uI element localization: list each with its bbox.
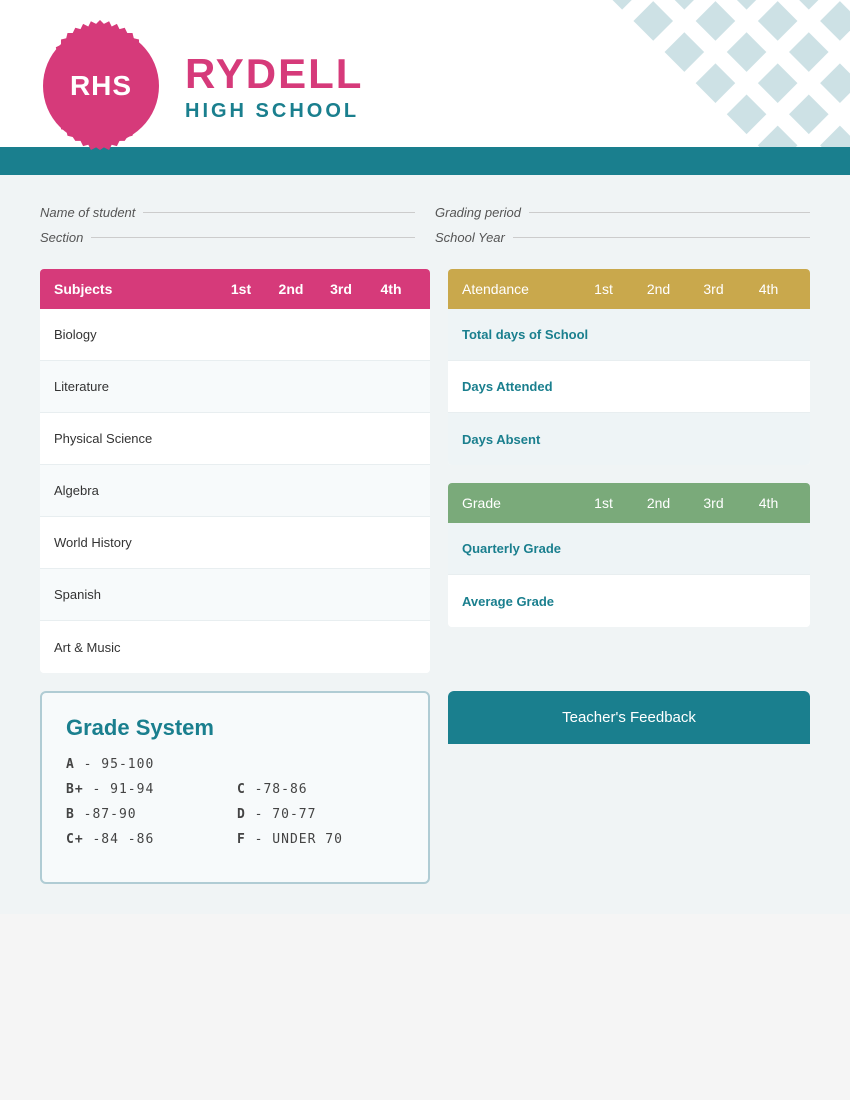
grade-col-1: 1st [576, 495, 631, 511]
subjects-col-1: 1st [216, 281, 266, 297]
grading-period-line [529, 212, 810, 213]
subjects-col-subject: Subjects [54, 281, 216, 297]
content-area: Name of student Grading period Section S… [0, 175, 850, 914]
section-label: Section [40, 230, 83, 245]
grade-item-cplus-f: C+ -84 -86 F - UNDER 70 [66, 832, 404, 857]
feedback-header: Teacher's Feedback [448, 691, 810, 744]
diamond-pattern [530, 0, 850, 155]
student-info-section: Name of student Grading period Section S… [40, 195, 810, 245]
feedback-box: Teacher's Feedback [448, 691, 810, 884]
section-field: Section [40, 230, 415, 245]
attendance-header: Atendance 1st 2nd 3rd 4th [448, 269, 810, 309]
grade-system-box: Grade System A - 95-100 B+ - 91-94 C -78… [40, 691, 430, 884]
feedback-body [448, 744, 810, 884]
grade-item-bplus-c: B+ - 91-94 C -78-86 [66, 782, 404, 807]
right-section: Atendance 1st 2nd 3rd 4th Total days of … [448, 269, 810, 673]
teal-bar [0, 147, 850, 175]
grade-col-label: Grade [462, 495, 576, 511]
attendance-col-label: Atendance [462, 281, 576, 297]
grading-period-label: Grading period [435, 205, 521, 220]
grade-col-4: 4th [741, 495, 796, 511]
subject-row-art-music: Art & Music [40, 621, 430, 673]
subjects-col-4: 4th [366, 281, 416, 297]
subject-row-spanish: Spanish [40, 569, 430, 621]
grading-period-field: Grading period [435, 205, 810, 220]
school-name-block: RYDELL HIGH SCHOOL [185, 50, 363, 123]
subjects-col-2: 2nd [266, 281, 316, 297]
attendance-table: Atendance 1st 2nd 3rd 4th Total days of … [448, 269, 810, 465]
attendance-col-4: 4th [741, 281, 796, 297]
subject-row-world-history: World History [40, 517, 430, 569]
school-year-line [513, 237, 810, 238]
subject-row-physical-science: Physical Science [40, 413, 430, 465]
attendance-row-total-days: Total days of School [448, 309, 810, 361]
student-name-label: Name of student [40, 205, 135, 220]
grade-col-2: 2nd [631, 495, 686, 511]
grade-header: Grade 1st 2nd 3rd 4th [448, 483, 810, 523]
grade-item-a: A - 95-100 [66, 757, 404, 772]
section-line [91, 237, 415, 238]
attendance-col-1: 1st [576, 281, 631, 297]
subject-row-biology: Biology [40, 309, 430, 361]
subject-row-algebra: Algebra [40, 465, 430, 517]
grade-col-3: 3rd [686, 495, 741, 511]
main-grid: Subjects 1st 2nd 3rd 4th Biology Literat… [40, 269, 810, 673]
subjects-table: Subjects 1st 2nd 3rd 4th Biology Literat… [40, 269, 430, 673]
bottom-grid: Grade System A - 95-100 B+ - 91-94 C -78… [40, 691, 810, 884]
attendance-row-days-attended: Days Attended [448, 361, 810, 413]
logo: RHS [43, 28, 159, 144]
grade-row-average: Average Grade [448, 575, 810, 627]
attendance-col-2: 2nd [631, 281, 686, 297]
grade-item-b-d: B -87-90 D - 70-77 [66, 807, 404, 832]
subjects-col-3: 3rd [316, 281, 366, 297]
subject-row-literature: Literature [40, 361, 430, 413]
grade-row-quarterly: Quarterly Grade [448, 523, 810, 575]
student-name-line [143, 212, 415, 213]
grade-system-title: Grade System [66, 715, 404, 741]
attendance-col-3: 3rd [686, 281, 741, 297]
school-name-sub: HIGH SCHOOL [185, 100, 363, 123]
attendance-row-days-absent: Days Absent [448, 413, 810, 465]
school-year-label: School Year [435, 230, 505, 245]
student-name-field: Name of student [40, 205, 415, 220]
subjects-header: Subjects 1st 2nd 3rd 4th [40, 269, 430, 309]
school-year-field: School Year [435, 230, 810, 245]
page-header: RHS RYDELL HIGH SCHOOL [0, 0, 850, 175]
grade-table: Grade 1st 2nd 3rd 4th Quarterly Grade Av… [448, 483, 810, 627]
school-name-main: RYDELL [185, 50, 363, 98]
